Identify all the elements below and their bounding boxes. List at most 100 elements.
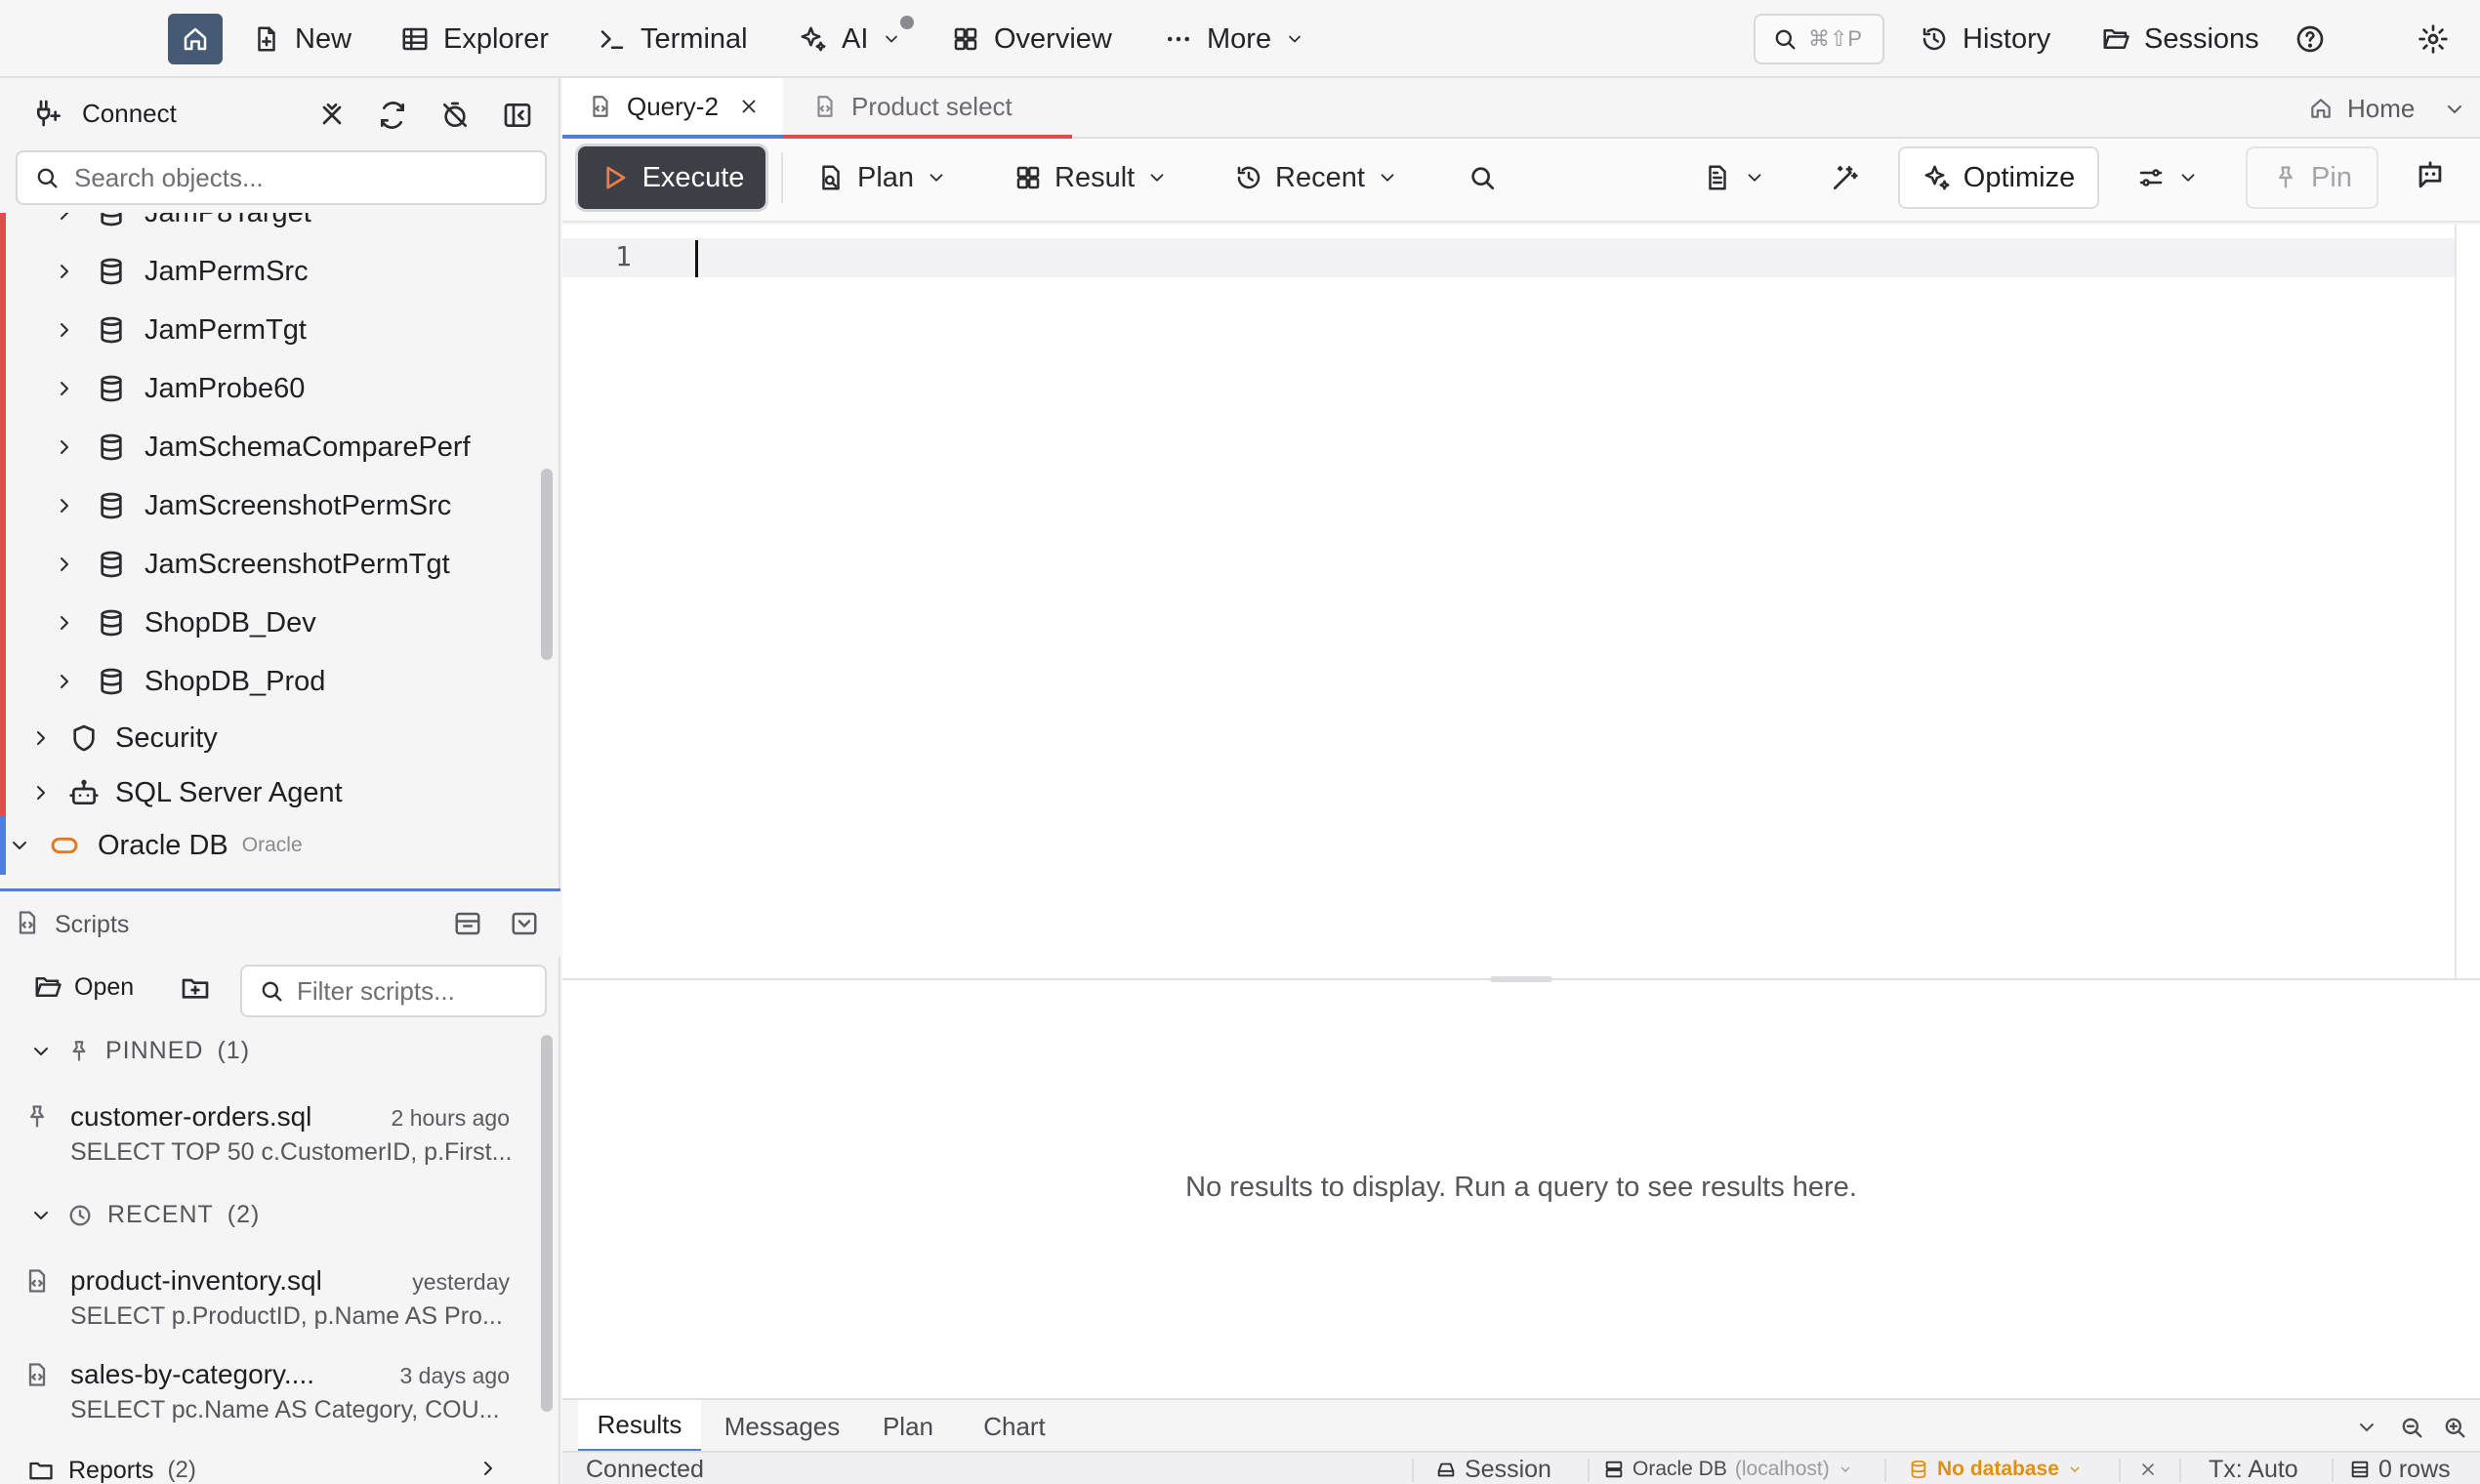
help-button[interactable] xyxy=(2294,14,2326,64)
script-preview: SELECT pc.Name AS Category, COU... xyxy=(70,1396,500,1423)
tab-query-2[interactable]: Query-2 xyxy=(562,78,783,139)
tab-results[interactable]: Results xyxy=(578,1400,701,1453)
session-button[interactable]: Session xyxy=(1435,1453,1551,1484)
home-button[interactable] xyxy=(168,14,223,64)
tree-item-security[interactable]: Security xyxy=(29,709,218,767)
tree-scrollbar[interactable] xyxy=(541,469,553,660)
chevron-down-icon[interactable] xyxy=(2355,1416,2378,1439)
database-icon xyxy=(101,213,122,227)
tree-item-sql-server-agent[interactable]: SQL Server Agent xyxy=(29,763,343,822)
magic-wand-icon[interactable] xyxy=(1830,162,1861,193)
search-icon[interactable] xyxy=(1467,162,1498,193)
tab-product-select[interactable]: Product select xyxy=(783,78,1072,139)
optimize-button[interactable]: Optimize xyxy=(1898,146,2099,209)
connect-button[interactable]: Connect xyxy=(33,98,177,129)
ai-button[interactable]: AI xyxy=(799,14,901,64)
execute-button[interactable]: Execute xyxy=(578,146,765,209)
new-label: New xyxy=(295,22,352,55)
script-item[interactable]: product-inventory.sql yesterday SELECT p… xyxy=(0,1256,537,1340)
home-tab[interactable]: Home xyxy=(2308,78,2415,139)
refresh-icon[interactable] xyxy=(377,100,408,131)
collapse-panel-icon[interactable] xyxy=(502,100,533,131)
home-tab-label: Home xyxy=(2347,93,2416,123)
sessions-button[interactable]: Sessions xyxy=(2101,14,2259,64)
folder-icon xyxy=(29,1462,53,1480)
tree-item-database[interactable]: JamScreenshotPermSrc xyxy=(53,476,451,535)
tree-item-database[interactable]: ShopDB_Dev xyxy=(53,594,316,652)
zoom-out-icon[interactable] xyxy=(2398,1414,2425,1441)
database-icon xyxy=(101,668,122,695)
database-icon xyxy=(101,316,122,344)
tab-label: Query-2 xyxy=(627,91,719,121)
pin-icon xyxy=(2279,166,2294,188)
oracle-connection-marker xyxy=(0,816,6,875)
object-tree: JamP8Target JamPermSrc JamPermTgt JamPro… xyxy=(0,213,560,886)
chevron-down-icon[interactable] xyxy=(2443,98,2466,121)
database-selector[interactable]: No database xyxy=(1908,1453,2083,1484)
command-search-button[interactable]: ⌘⇧P xyxy=(1754,14,1884,64)
disconnect-icon[interactable] xyxy=(316,100,348,131)
reports-folder[interactable]: Reports (2) xyxy=(27,1457,500,1484)
folder-open-icon xyxy=(2103,29,2129,49)
recent-section-header[interactable]: RECENT (2) xyxy=(29,1201,260,1229)
plan-button[interactable]: Plan xyxy=(816,150,947,205)
settings-button[interactable] xyxy=(2418,14,2449,64)
tree-item-database[interactable]: JamPermSrc xyxy=(53,242,309,301)
options-button[interactable] xyxy=(2136,150,2199,205)
tab-chart[interactable]: Chart xyxy=(961,1400,1068,1453)
archive-icon[interactable] xyxy=(453,909,482,938)
tab-messages[interactable]: Messages xyxy=(709,1400,855,1453)
collapse-section-icon[interactable] xyxy=(510,909,539,938)
pin-button[interactable]: Pin xyxy=(2246,146,2378,209)
zoom-in-icon[interactable] xyxy=(2441,1414,2468,1441)
search-objects-input[interactable]: Search objects... xyxy=(16,150,547,205)
chevron-right-icon xyxy=(61,499,68,513)
tree-item-label: Security xyxy=(115,721,218,754)
close-icon[interactable] xyxy=(738,96,760,117)
tab-label: Product select xyxy=(851,91,1013,121)
more-button[interactable]: More xyxy=(1164,14,1304,64)
recent-button[interactable]: Recent xyxy=(1234,150,1398,205)
tree-item-database[interactable]: JamProbe60 xyxy=(53,359,305,418)
sliders-icon xyxy=(2139,169,2163,186)
tree-item-database[interactable]: JamPermTgt xyxy=(53,301,307,359)
history-button[interactable]: History xyxy=(1920,14,2050,64)
close-icon[interactable] xyxy=(2138,1460,2158,1479)
chevron-down-icon xyxy=(930,174,943,182)
script-item[interactable]: sales-by-category.... 3 days ago SELECT … xyxy=(0,1349,537,1433)
panel-resize-handle[interactable] xyxy=(1490,976,1552,982)
new-folder-icon[interactable] xyxy=(180,972,211,1004)
tree-item-database[interactable]: ShopDB_Prod xyxy=(53,652,325,711)
tree-item-label: Oracle DB xyxy=(98,829,228,861)
editor-scrollbar[interactable] xyxy=(2455,225,2457,978)
chat-bot-icon[interactable] xyxy=(2414,160,2447,193)
explorer-button[interactable]: Explorer xyxy=(400,14,549,64)
filter-scripts-input[interactable]: Filter scripts... xyxy=(240,965,547,1017)
pinned-section-header[interactable]: PINNED (1) xyxy=(29,1037,250,1065)
tree-item-database[interactable]: JamP8Target xyxy=(53,213,311,242)
command-search-shortcut: ⌘⇧P xyxy=(1808,26,1863,51)
script-name: customer-orders.sql xyxy=(70,1101,312,1132)
open-script-button[interactable]: Open xyxy=(33,972,134,1002)
transaction-mode[interactable]: Tx: Auto xyxy=(2209,1453,2298,1484)
more-label: More xyxy=(1207,22,1272,55)
overview-button[interactable]: Overview xyxy=(951,14,1112,64)
scripts-scrollbar[interactable] xyxy=(541,1035,553,1412)
script-item[interactable]: customer-orders.sql 2 hours ago SELECT T… xyxy=(0,1092,537,1175)
tree-item-database[interactable]: JamScreenshotPermTgt xyxy=(53,535,450,594)
tab-plan[interactable]: Plan xyxy=(861,1400,955,1453)
shield-icon xyxy=(73,724,95,752)
result-button[interactable]: Result xyxy=(1013,150,1168,205)
connect-label: Connect xyxy=(82,98,177,128)
sql-editor[interactable] xyxy=(562,225,2480,978)
tree-item-database[interactable]: JamSchemaComparePerf xyxy=(53,418,471,476)
filter-off-icon[interactable] xyxy=(439,100,471,131)
oracle-icon xyxy=(51,837,78,854)
terminal-button[interactable]: Terminal xyxy=(598,14,748,64)
tree-item-oracle-db[interactable]: Oracle DB Oracle xyxy=(8,816,303,875)
empty-results-message: No results to display. Run a query to se… xyxy=(1185,1172,1857,1203)
connection-selector[interactable]: Oracle DB (localhost) xyxy=(1603,1453,1853,1484)
new-button[interactable]: New xyxy=(252,14,351,64)
format-button[interactable] xyxy=(1703,150,1765,205)
oracle-type-badge: Oracle xyxy=(241,834,303,856)
